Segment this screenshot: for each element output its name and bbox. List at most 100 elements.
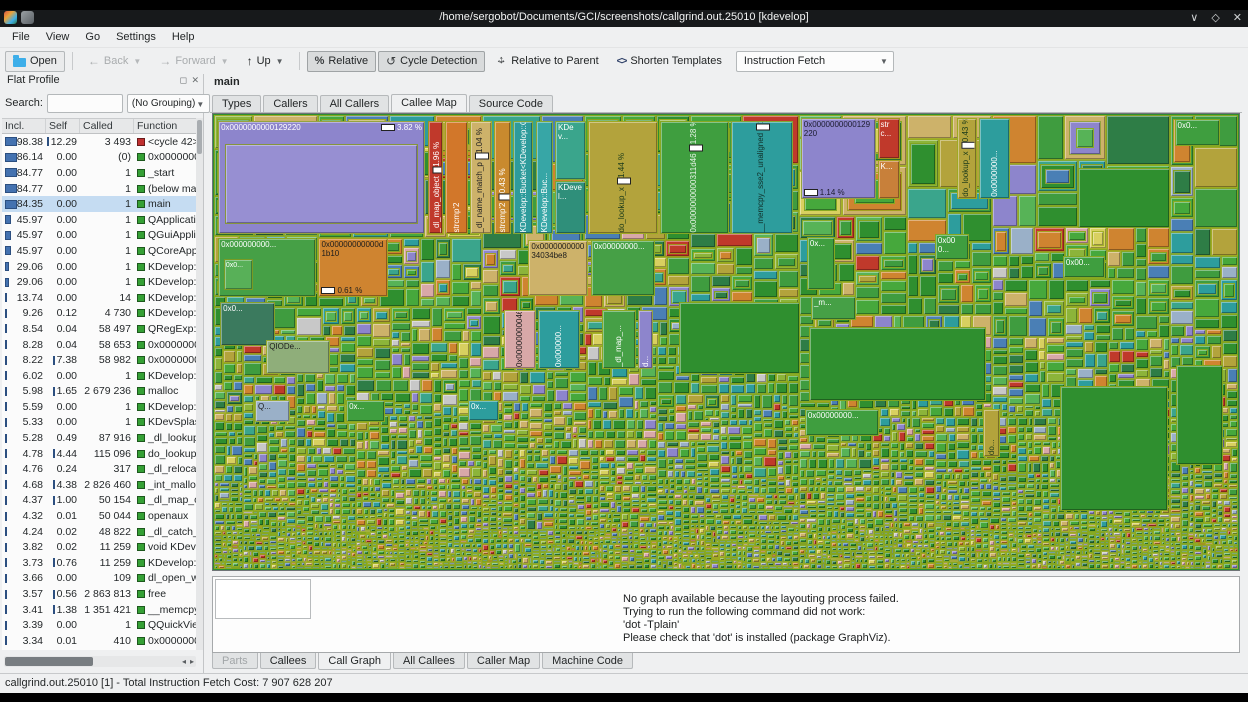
table-row[interactable]: 45.97 0.00 1QCoreAppl... [2, 243, 197, 259]
column-incl[interactable]: Incl. [2, 119, 46, 133]
minimize-icon[interactable]: ∨ [1190, 10, 1198, 27]
tab-machine-code[interactable]: Machine Code [542, 653, 634, 669]
table-row[interactable]: 3.57 0.56 2 863 813 free [2, 586, 197, 602]
scrollbar-thumb[interactable] [5, 657, 93, 666]
column-called[interactable]: Called [80, 119, 134, 133]
treemap-block[interactable]: 0x0000000... [978, 117, 1010, 199]
tab-caller-map[interactable]: Caller Map [466, 653, 541, 669]
table-row[interactable]: 5.59 0.00 1KDevelop::... [2, 399, 197, 415]
tab-parts[interactable]: Parts [212, 653, 258, 669]
close-dock-icon[interactable]: ✕ [191, 75, 199, 86]
treemap-block[interactable]: do... [983, 409, 1001, 458]
table-row[interactable]: 4.76 0.24 317_dl_relocat... [2, 461, 197, 477]
column-self[interactable]: Self [46, 119, 80, 133]
treemap-block[interactable]: _dl_name_match_p 1.04 % [470, 120, 492, 235]
treemap-block[interactable] [678, 302, 800, 374]
treemap-block[interactable]: 0x000000000034034be8 [528, 240, 588, 296]
treemap-block[interactable]: 0x00000000046... [503, 310, 536, 370]
table-row[interactable]: 29.06 0.00 1KDevelop::... [2, 274, 197, 290]
treemap-block[interactable]: do_lookup_x 0.43 % [957, 117, 977, 199]
shorten-templates-toggle[interactable]: <> Shorten Templates [609, 51, 730, 72]
treemap-block[interactable] [1078, 167, 1171, 228]
up-button[interactable]: ↑ Up ▼ [239, 51, 292, 72]
tab-callees[interactable]: Callees [259, 653, 317, 669]
treemap-block[interactable]: d... [637, 310, 654, 370]
treemap-block[interactable]: __memcpy_sse2_unaligned 1.39 % [731, 120, 793, 235]
treemap-block[interactable]: Q... [254, 400, 290, 422]
treemap-block[interactable]: 0x000000... [537, 310, 580, 370]
treemap-block[interactable]: KDev... [554, 120, 586, 180]
table-row[interactable]: 4.24 0.02 48 822_dl_catch_... [2, 524, 197, 540]
treemap-block[interactable]: 0x000000000... 0x0... [218, 238, 317, 297]
menu-settings[interactable]: Settings [108, 27, 164, 48]
table-row[interactable]: 5.28 0.49 87 916_dl_lookup... [2, 430, 197, 446]
table-row[interactable]: 84.77 0.00 1 _start [2, 165, 197, 181]
event-type-combobox[interactable]: Instruction Fetch ▼ [735, 50, 894, 72]
table-row[interactable]: 45.97 0.00 1QGuiApplic... [2, 228, 197, 244]
treemap-block[interactable]: QIODe... [266, 340, 330, 374]
scrollbar-thumb[interactable] [197, 120, 202, 154]
table-row[interactable]: 5.33 0.00 1KDevSplash... [2, 415, 197, 431]
treemap-block[interactable]: 0x0000000000311d46 1.28 % [660, 120, 730, 235]
close-icon[interactable]: ✕ [1233, 10, 1242, 27]
treemap-block[interactable]: strcmp'2 [445, 120, 468, 235]
forward-button[interactable]: → Forward ▼ [151, 51, 236, 72]
treemap-block[interactable] [1059, 385, 1169, 511]
treemap-block[interactable]: KDevelop::Bucket<KDevelop::Qu... [513, 120, 534, 235]
treemap-block[interactable]: 0x... [806, 236, 835, 291]
relative-toggle[interactable]: % Relative [306, 50, 377, 72]
treemap-block[interactable]: _m... [810, 295, 857, 321]
tab-callee-map[interactable]: Callee Map [391, 94, 467, 112]
table-row[interactable]: 13.74 0.00 14KDevelop::... [2, 290, 197, 306]
open-button[interactable]: Open [5, 50, 65, 72]
treemap-block[interactable]: 0x00... [1062, 255, 1105, 278]
table-row[interactable]: 3.82 0.02 11 259void KDev... [2, 539, 197, 555]
treemap-block[interactable]: _dl_map_... [602, 310, 636, 370]
treemap-block[interactable]: _dl_map_object 1.96 % [428, 120, 444, 235]
back-button[interactable]: ← Back ▼ [80, 51, 149, 72]
treemap-block[interactable]: K... [877, 160, 901, 199]
treemap-block[interactable]: do_lookup_x 1.44 % [587, 120, 659, 235]
menu-view[interactable]: View [38, 27, 78, 48]
treemap-block[interactable] [1175, 364, 1223, 465]
titlebar[interactable]: /home/sergobot/Documents/GCI/screenshots… [0, 10, 1248, 27]
table-row[interactable]: 8.227.38 58 9820x0000000... [2, 352, 197, 368]
tab-source-code[interactable]: Source Code [468, 95, 553, 112]
horizontal-scrollbar[interactable]: ◂ ▸ [4, 656, 196, 667]
tab-types[interactable]: Types [212, 95, 262, 112]
table-header[interactable]: Incl. Self Called Function [2, 118, 197, 134]
treemap-block[interactable]: 0x... [467, 400, 499, 421]
tab-all-callees[interactable]: All Callees [392, 653, 465, 669]
float-dock-icon[interactable]: ◻ [180, 75, 187, 86]
table-row[interactable]: 29.06 0.00 1KDevelop::... [2, 259, 197, 275]
tab-callers[interactable]: Callers [263, 95, 318, 112]
callee-treemap[interactable]: 0x0000000000129220 3.82 % _dl_map_object 1… [214, 115, 1238, 569]
table-row[interactable]: 4.784.44 115 096do_lookup... [2, 446, 197, 462]
menu-file[interactable]: File [4, 27, 38, 48]
treemap-block[interactable]: 0x... [346, 400, 385, 422]
tab-all-callers[interactable]: All Callers [319, 95, 390, 112]
table-row[interactable]: 98.38 12.29 3 493 <cycle 42> [2, 134, 197, 150]
table-row[interactable]: 9.26 0.12 4 730KDevelop::... [2, 306, 197, 322]
treemap-block[interactable]: 0x000... [934, 233, 969, 261]
table-row[interactable]: 86.14 0.00 (0)0x0000000... [2, 150, 197, 166]
search-input[interactable] [46, 93, 123, 113]
vertical-scrollbar[interactable] [196, 118, 203, 650]
table-row[interactable]: 45.97 0.00 1QApplicati... [2, 212, 197, 228]
table-row[interactable]: 8.28 0.04 58 6530x0000000... [2, 337, 197, 353]
treemap-block[interactable]: KDevel... [554, 181, 586, 235]
treemap-block[interactable]: 0x0... [1174, 118, 1220, 146]
table-row[interactable]: 5.98 1.65 2 679 236 malloc [2, 384, 197, 400]
maximize-icon[interactable]: ◇ [1211, 10, 1219, 27]
treemap-block[interactable]: strcmp'2 0.43 % [493, 120, 511, 235]
treemap-block[interactable]: strc... [877, 117, 901, 160]
dock-header[interactable]: Flat Profile ◻ ✕ [2, 74, 203, 90]
grouping-combobox[interactable]: (No Grouping) ▼ [126, 93, 211, 113]
table-row[interactable]: 4.32 0.01 50 044 openaux [2, 508, 197, 524]
scroll-left-icon[interactable]: ◂ [182, 656, 186, 667]
treemap-block[interactable]: KDevelop::Buc... [535, 120, 553, 235]
column-function[interactable]: Function [134, 119, 197, 133]
table-row[interactable]: 4.371.00 50 154_dl_map_o... [2, 493, 197, 509]
table-row[interactable]: 84.35 0.00 1 main [2, 196, 197, 212]
table-row[interactable]: 3.34 0.01 4100x0000000... [2, 633, 197, 649]
